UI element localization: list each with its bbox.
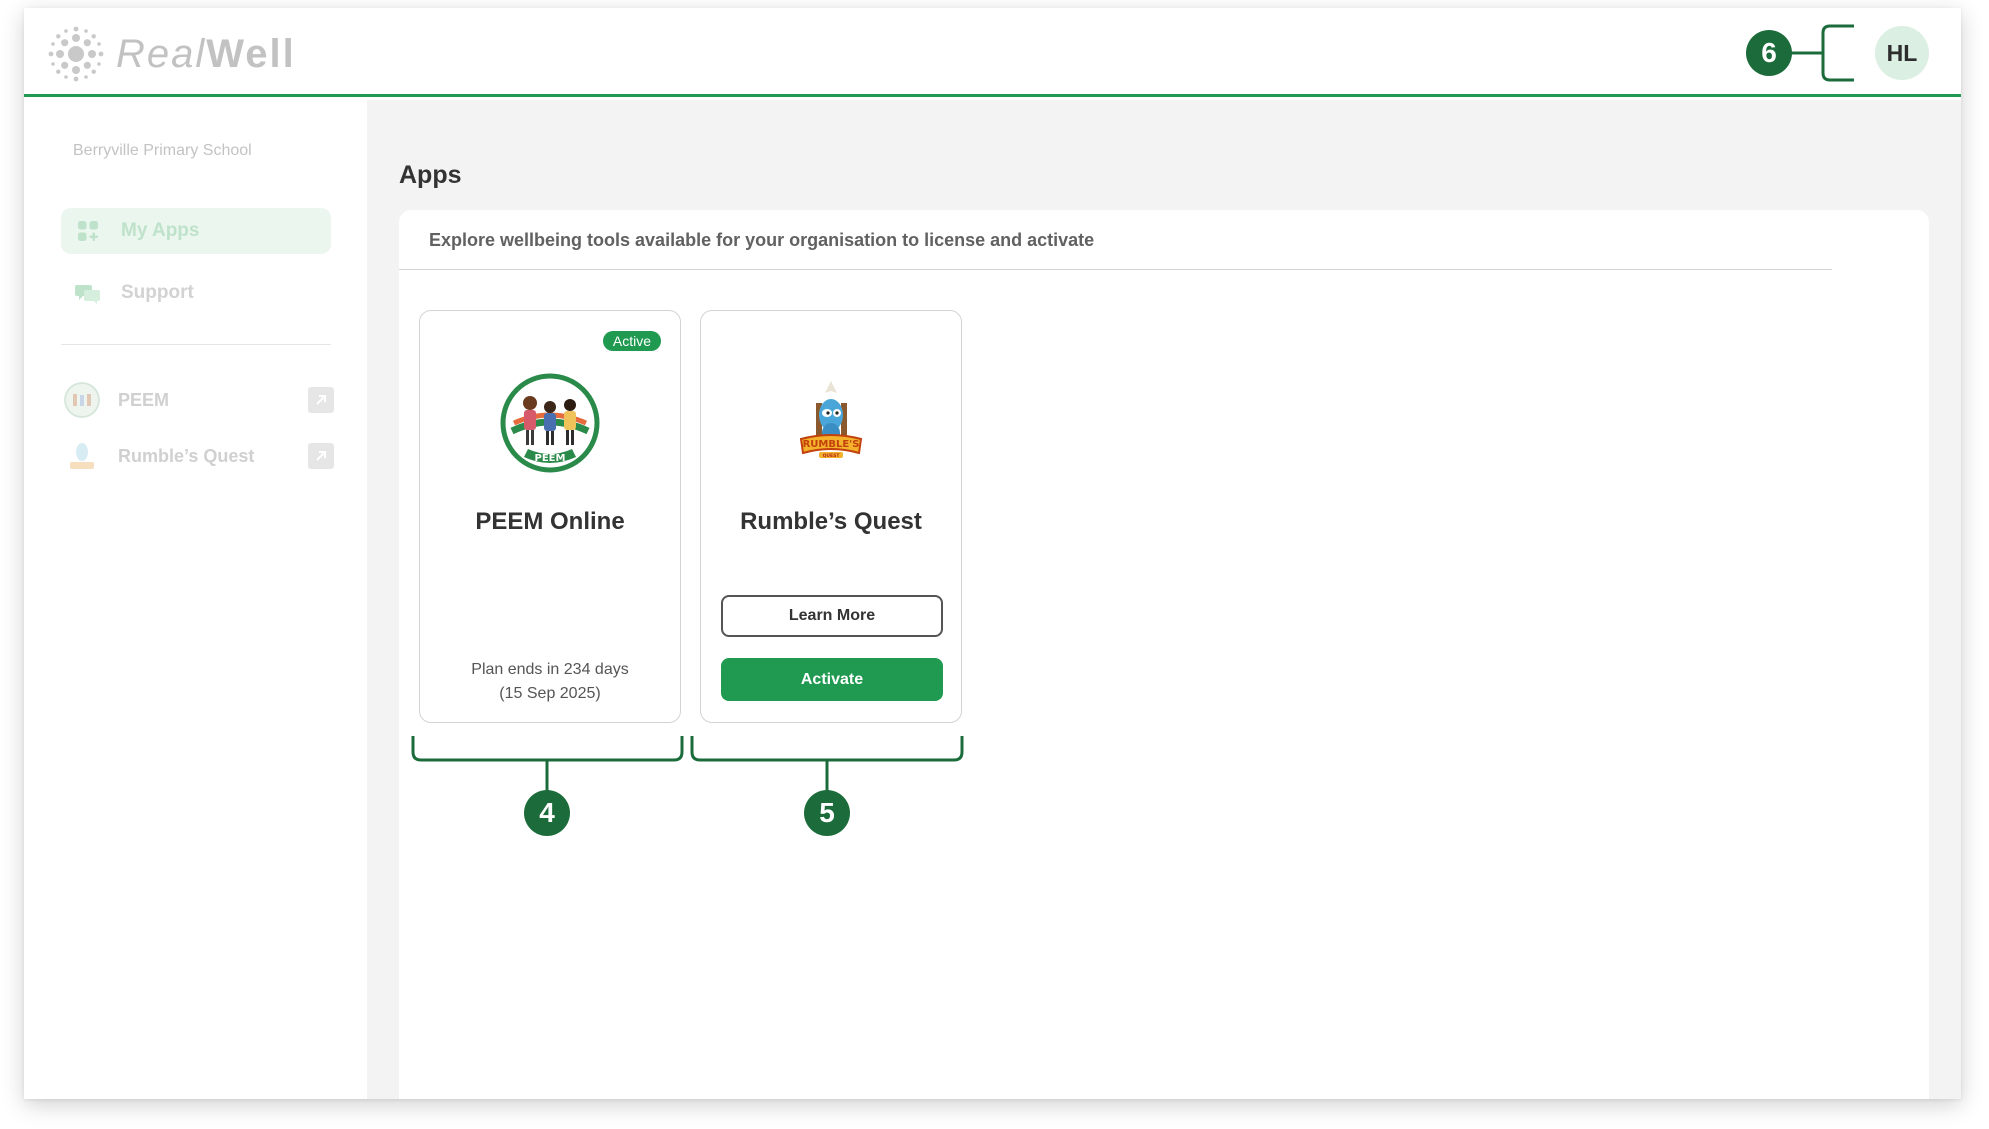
external-link-icon[interactable]	[308, 443, 334, 469]
rumbles-quest-logo	[64, 438, 100, 474]
plan-end-date: (15 Sep 2025)	[499, 685, 601, 702]
realwell-dots-icon	[48, 26, 104, 82]
app-card-peem[interactable]: Active PEEM PEEM Online Plan ends in 234…	[419, 310, 681, 723]
status-badge: Active	[602, 331, 661, 351]
app-name: Rumble’s Quest	[740, 508, 922, 535]
sidebar-item-label: Rumble’s Quest	[118, 445, 255, 466]
organisation-name: Berryville Primary School	[73, 142, 252, 159]
grid-plus-icon	[75, 218, 101, 244]
user-avatar[interactable]: HL	[1875, 26, 1929, 80]
panel-divider	[399, 269, 1832, 270]
plan-end-info: Plan ends in 234 days (15 Sep 2025)	[420, 658, 680, 706]
main-content: Apps Explore wellbeing tools available f…	[367, 100, 1961, 1099]
apps-panel: Explore wellbeing tools available for yo…	[399, 210, 1929, 1099]
brand-name-part2: Well	[206, 31, 296, 76]
sidebar-item-label: PEEM	[118, 389, 170, 410]
sidebar-item-my-apps[interactable]: My Apps	[61, 208, 331, 254]
callout-5: 5	[804, 790, 850, 836]
learn-more-button[interactable]: Learn More	[721, 595, 943, 637]
sidebar-item-rumbles-quest[interactable]: Rumble’s Quest	[64, 436, 334, 476]
svg-text:RUMBLE'S: RUMBLE'S	[803, 439, 860, 450]
app-window: RealWell HL Berryville Primary School My…	[24, 8, 1961, 1099]
sidebar: Berryville Primary School My Apps Suppor…	[24, 100, 367, 1099]
sidebar-item-label: My Apps	[121, 220, 200, 241]
rumbles-quest-logo: RUMBLE'S QUEST	[781, 373, 881, 473]
brand-name-part1: Real	[116, 31, 207, 76]
top-header: RealWell HL	[24, 8, 1961, 97]
sidebar-divider	[61, 344, 331, 345]
peem-online-logo: PEEM	[500, 373, 600, 473]
sidebar-item-label: Support	[121, 282, 194, 303]
callout-4: 4	[524, 790, 570, 836]
svg-text:QUEST: QUEST	[823, 453, 841, 459]
realwell-logo[interactable]: RealWell	[48, 26, 296, 82]
sidebar-item-peem[interactable]: PEEM	[64, 380, 334, 420]
app-name: PEEM Online	[475, 508, 625, 535]
svg-text:PEEM: PEEM	[535, 453, 566, 464]
callout-6: 6	[1746, 30, 1792, 76]
activate-button[interactable]: Activate	[721, 658, 943, 701]
sidebar-item-support[interactable]: Support	[61, 270, 331, 316]
plan-days-remaining: Plan ends in 234 days	[471, 661, 629, 678]
brand-name: RealWell	[116, 32, 296, 77]
panel-subtitle: Explore wellbeing tools available for yo…	[429, 230, 1095, 250]
peem-logo	[64, 382, 100, 418]
chat-bubbles-icon	[75, 280, 101, 306]
app-card-rumbles-quest[interactable]: RUMBLE'S QUEST Rumble’s Quest Learn More…	[700, 310, 962, 723]
external-link-icon[interactable]	[308, 387, 334, 413]
page-title: Apps	[399, 161, 462, 189]
